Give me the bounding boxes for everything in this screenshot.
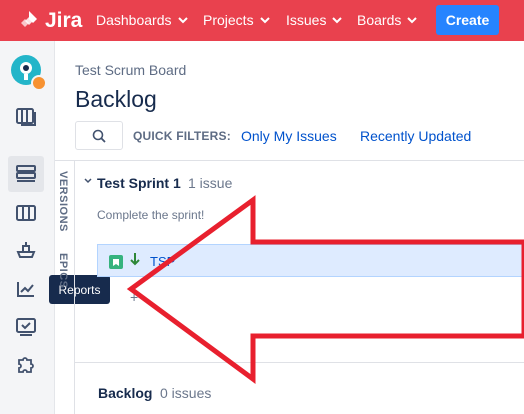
top-navigation-bar: Jira Dashboards Projects Issues Boards C… — [0, 0, 524, 41]
nav-projects-label: Projects — [203, 12, 254, 28]
jira-logo-icon — [21, 11, 37, 27]
section-divider — [75, 362, 524, 363]
story-icon — [109, 255, 123, 269]
create-button[interactable]: Create — [436, 5, 499, 35]
breadcrumb[interactable]: Test Scrum Board — [75, 62, 186, 78]
puzzle-icon — [18, 357, 34, 373]
jira-logo[interactable]: Jira — [20, 9, 82, 33]
sidebar-backlog-board[interactable] — [8, 99, 44, 135]
vertical-tabs: VERSIONS EPICS — [55, 161, 75, 414]
nav-issues-label: Issues — [286, 12, 327, 28]
quick-filter-recently-updated[interactable]: Recently Updated — [360, 128, 471, 144]
nav-dashboards[interactable]: Dashboards — [96, 12, 188, 28]
board-columns-icon — [16, 205, 36, 221]
sprint-issue-count: 1 issue — [188, 175, 233, 191]
search-icon — [92, 129, 106, 143]
sprint-name[interactable]: Test Sprint 1 — [97, 175, 181, 191]
tab-versions[interactable]: VERSIONS — [57, 171, 69, 232]
sidebar-reports[interactable] — [8, 271, 44, 307]
tab-epics[interactable]: EPICS — [57, 253, 69, 289]
chevron-down-icon — [177, 16, 188, 23]
create-issue-plus[interactable]: + — [130, 289, 138, 305]
sidebar-active-sprints[interactable] — [8, 195, 44, 231]
chevron-down-icon — [259, 16, 270, 23]
chevron-down-icon — [407, 16, 418, 23]
sidebar-releases[interactable] — [8, 232, 44, 268]
backlog-name[interactable]: Backlog — [98, 385, 152, 401]
project-sidebar — [0, 41, 55, 414]
issue-key[interactable]: TSP — [150, 254, 175, 269]
jira-backlog-page: Jira Dashboards Projects Issues Boards C… — [0, 0, 524, 414]
logo-text: Jira — [45, 9, 83, 32]
project-badge-icon — [31, 75, 47, 91]
backlog-icon — [16, 165, 36, 182]
nav-issues[interactable]: Issues — [286, 12, 343, 28]
nav-boards[interactable]: Boards — [357, 12, 418, 28]
quick-filters-label: QUICK FILTERS: — [133, 129, 231, 143]
issues-icon — [16, 318, 36, 336]
backlog-issue-count: 0 issues — [160, 385, 212, 401]
project-avatar[interactable] — [11, 55, 47, 91]
issue-row[interactable]: TSP — [97, 244, 524, 277]
quick-filter-only-my-issues[interactable]: Only My Issues — [241, 128, 337, 144]
sidebar-backlog[interactable] — [8, 156, 44, 192]
page-title: Backlog — [75, 86, 157, 112]
chevron-down-icon[interactable] — [84, 178, 92, 184]
nav-boards-label: Boards — [357, 12, 402, 28]
chevron-down-icon — [332, 16, 343, 23]
priority-low-icon — [130, 253, 140, 266]
reports-icon — [17, 282, 34, 297]
sprint-goal: Complete the sprint! — [97, 208, 205, 222]
sidebar-add-ons[interactable] — [8, 347, 44, 383]
nav-dashboards-label: Dashboards — [96, 12, 172, 28]
releases-icon — [16, 242, 36, 258]
nav-projects[interactable]: Projects — [203, 12, 270, 28]
sidebar-issues[interactable] — [8, 309, 44, 345]
search-input[interactable] — [75, 121, 123, 150]
header-divider — [55, 160, 524, 161]
backlog-board-icon — [16, 108, 36, 126]
